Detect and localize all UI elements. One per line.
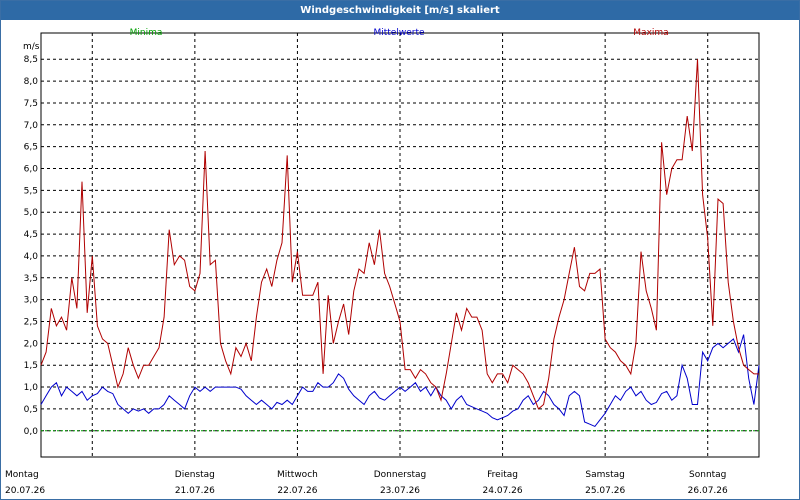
y-tick-label: 3,0: [24, 296, 39, 306]
x-tick-weekday: Freitag: [487, 470, 518, 480]
legend-mittelwerte: Mittelwerte: [373, 28, 424, 38]
y-tick-label: 0,0: [24, 427, 39, 437]
y-tick-label: 3,5: [24, 274, 38, 284]
x-tick-date: 20.07.26: [5, 486, 45, 496]
y-tick-label: 7,5: [24, 99, 38, 109]
chart-title: Windgeschwindigkeit [m/s] skaliert: [1, 1, 799, 20]
legend-maxima: Maxima: [633, 28, 668, 38]
x-tick-weekday: Mittwoch: [277, 470, 318, 480]
y-tick-label: 5,0: [24, 208, 39, 218]
x-tick-date: 21.07.26: [175, 486, 215, 496]
x-tick-date: 22.07.26: [277, 486, 317, 496]
y-tick-label: 0,5: [24, 405, 38, 415]
grid-lines: [40, 32, 760, 458]
x-tick-date: 24.07.26: [483, 486, 523, 496]
x-tick-weekday: Dienstag: [175, 470, 215, 480]
x-tick-weekday: Donnerstag: [374, 470, 427, 480]
y-tick-label: 2,5: [24, 317, 38, 327]
x-tick-date: 23.07.26: [380, 486, 420, 496]
x-axis-ticks: Montag 20.07.26 Dienstag 21.07.26 Mittwoch 22…: [5, 470, 728, 496]
y-axis-label: m/s: [23, 42, 40, 52]
x-tick-weekday: Montag: [5, 470, 39, 480]
y-tick-label: 2,0: [24, 339, 39, 349]
y-tick-label: 6,5: [24, 143, 38, 153]
y-tick-label: 7,0: [24, 121, 39, 131]
y-tick-label: 1,5: [24, 361, 38, 371]
y-tick-label: 1,0: [24, 383, 39, 393]
x-tick-weekday: Sonntag: [689, 470, 726, 480]
chart-window: Windgeschwindigkeit [m/s] skaliert 8,5 8,…: [0, 0, 800, 500]
y-tick-label: 8,5: [24, 55, 38, 65]
y-tick-label: 6,0: [24, 165, 39, 175]
legend-minima: Minima: [130, 28, 163, 38]
x-tick-weekday: Samstag: [585, 470, 624, 480]
x-tick-date: 26.07.26: [688, 486, 728, 496]
y-axis-ticks: 8,5 8,0 7,5 7,0 6,5 6,0 5,5 5,0 4,5 4,0 3,5 3,0 2,5 2…: [24, 55, 39, 437]
x-tick-date: 25.07.26: [585, 486, 625, 496]
wind-chart: 8,5 8,0 7,5 7,0 6,5 6,0 5,5 5,0 4,5 4,0 3,5 3,0 2,5 2…: [5, 28, 760, 496]
y-tick-label: 4,5: [24, 230, 38, 240]
y-tick-label: 5,5: [24, 186, 38, 196]
y-tick-label: 4,0: [24, 252, 39, 262]
y-tick-label: 8,0: [24, 77, 39, 87]
